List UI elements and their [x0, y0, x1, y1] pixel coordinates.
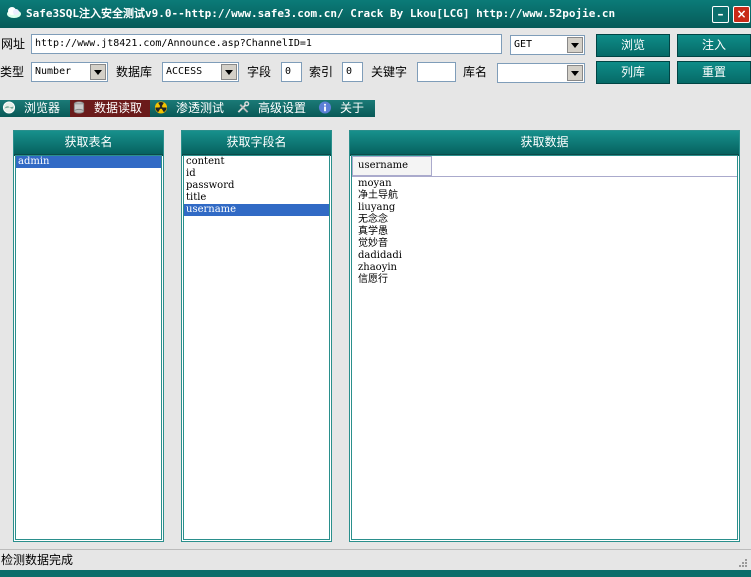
tab-pentest[interactable]: 渗透测试 — [154, 100, 232, 117]
type-select[interactable]: Number — [31, 62, 108, 82]
keyword-input[interactable] — [417, 62, 456, 82]
panel-title: 获取表名 — [14, 131, 163, 156]
list-item[interactable]: title — [184, 192, 329, 204]
tab-strip-filler — [375, 100, 751, 117]
table-row[interactable]: liuyang — [356, 202, 737, 214]
panel-title: 获取字段名 — [182, 131, 331, 156]
field-label: 字段 — [247, 65, 272, 79]
list-db-button[interactable]: 列库 — [596, 61, 670, 84]
fields-panel: 获取字段名 content id password title username — [181, 130, 332, 542]
tab-label: 关于 — [340, 101, 365, 115]
radiation-icon — [154, 101, 168, 114]
list-item[interactable]: id — [184, 168, 329, 180]
tab-label: 浏览器 — [24, 101, 61, 115]
tab-label: 数据读取 — [94, 101, 143, 115]
list-item[interactable]: password — [184, 180, 329, 192]
keyword-label: 关键字 — [371, 65, 408, 79]
fields-list[interactable]: content id password title username — [183, 155, 330, 540]
inject-button[interactable]: 注入 — [677, 34, 751, 57]
reset-button[interactable]: 重置 — [677, 61, 751, 84]
table-row[interactable]: 净土导航 — [356, 190, 737, 202]
globe-icon — [2, 101, 16, 114]
tables-list[interactable]: admin — [15, 155, 162, 540]
database-select[interactable]: ACCESS — [162, 62, 239, 82]
list-item[interactable]: username — [184, 204, 329, 216]
tab-label: 渗透测试 — [176, 101, 225, 115]
data-rows: moyan 净土导航 liuyang 无念念 真学愚 觉妙音 dadidadi … — [352, 177, 737, 286]
url-label: 网址 — [1, 37, 26, 51]
index-input[interactable]: 0 — [342, 62, 363, 82]
table-row[interactable]: dadidadi — [356, 250, 737, 262]
table-row[interactable]: 无念念 — [356, 214, 737, 226]
data-panel: 获取数据 username moyan 净土导航 liuyang 无念念 真学愚… — [349, 130, 740, 542]
table-row[interactable]: 觉妙音 — [356, 238, 737, 250]
bottom-border — [0, 570, 751, 577]
database-icon — [73, 101, 85, 114]
browse-button[interactable]: 浏览 — [596, 34, 670, 57]
tables-panel: 获取表名 admin — [13, 130, 164, 542]
data-grid[interactable]: username moyan 净土导航 liuyang 无念念 真学愚 觉妙音 … — [351, 155, 738, 540]
database-value: ACCESS — [166, 66, 203, 77]
grid-header: username — [352, 156, 737, 177]
database-label: 数据库 — [116, 65, 153, 79]
type-label: 类型 — [0, 65, 25, 79]
tools-icon — [237, 101, 250, 113]
app-icon — [7, 7, 21, 18]
chevron-down-icon[interactable] — [567, 65, 583, 81]
tab-about[interactable]: 关于 — [318, 100, 372, 117]
chevron-down-icon[interactable] — [567, 37, 583, 53]
resize-grip-icon[interactable] — [738, 558, 748, 568]
index-label: 索引 — [309, 65, 334, 79]
status-bar: 检测数据完成 — [0, 549, 751, 569]
close-button[interactable]: × — [733, 6, 750, 23]
table-row[interactable]: 真学愚 — [356, 226, 737, 238]
tab-label: 高级设置 — [258, 101, 307, 115]
table-row[interactable]: 信愿行 — [356, 274, 737, 286]
field-input[interactable]: 0 — [281, 62, 302, 82]
column-header-username[interactable]: username — [352, 156, 432, 176]
method-select[interactable]: GET — [510, 35, 585, 55]
type-value: Number — [35, 66, 72, 77]
list-item[interactable]: admin — [16, 156, 161, 168]
info-icon — [318, 101, 332, 114]
status-text: 检测数据完成 — [1, 553, 74, 567]
window-title: Safe3SQL注入安全测试v9.0--http://www.safe3.com… — [26, 7, 616, 20]
url-input[interactable]: http://www.jt8421.com/Announce.asp?Chann… — [31, 34, 502, 54]
list-item[interactable]: content — [184, 156, 329, 168]
tab-browser[interactable]: 浏览器 — [2, 100, 68, 117]
table-row[interactable]: moyan — [356, 178, 737, 190]
dbname-select[interactable] — [497, 63, 585, 83]
method-value: GET — [514, 39, 533, 50]
dbname-label: 库名 — [463, 65, 488, 79]
chevron-down-icon[interactable] — [90, 64, 106, 80]
tab-data-read[interactable]: 数据读取 — [70, 100, 150, 117]
tab-advanced[interactable]: 高级设置 — [236, 100, 314, 117]
minimize-button[interactable]: – — [712, 6, 729, 23]
panel-title: 获取数据 — [350, 131, 739, 156]
table-row[interactable]: zhaoyin — [356, 262, 737, 274]
chevron-down-icon[interactable] — [221, 64, 237, 80]
